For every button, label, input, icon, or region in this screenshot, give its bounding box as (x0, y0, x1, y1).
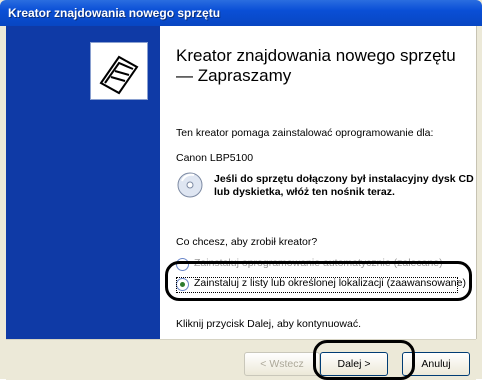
intro-text: Ten kreator pomaga zainstalować oprogram… (176, 127, 434, 139)
wizard-side-panel (6, 26, 161, 339)
hardware-wizard-icon (90, 42, 148, 100)
device-name: Canon LBP5100 (176, 152, 254, 164)
question-text: Co chcesz, aby zrobił kreator? (176, 236, 318, 248)
callout-highlight-next (313, 340, 415, 380)
dialog-window: Kreator znajdowania nowego sprzętu Kreat… (0, 0, 482, 380)
titlebar: Kreator znajdowania nowego sprzętu (0, 0, 482, 26)
back-button[interactable]: < Wstecz (244, 352, 320, 376)
callout-highlight-option (165, 261, 472, 301)
page-title: Kreator znajdowania nowego sprzętu — Zap… (176, 46, 456, 85)
continue-hint: Kliknij przycisk Dalej, aby kontynuować. (176, 318, 361, 330)
cd-prompt: Jeśli do sprzętu dołączony był instalacy… (214, 173, 474, 198)
cd-icon (176, 171, 204, 199)
window-title: Kreator znajdowania nowego sprzętu (8, 6, 221, 20)
